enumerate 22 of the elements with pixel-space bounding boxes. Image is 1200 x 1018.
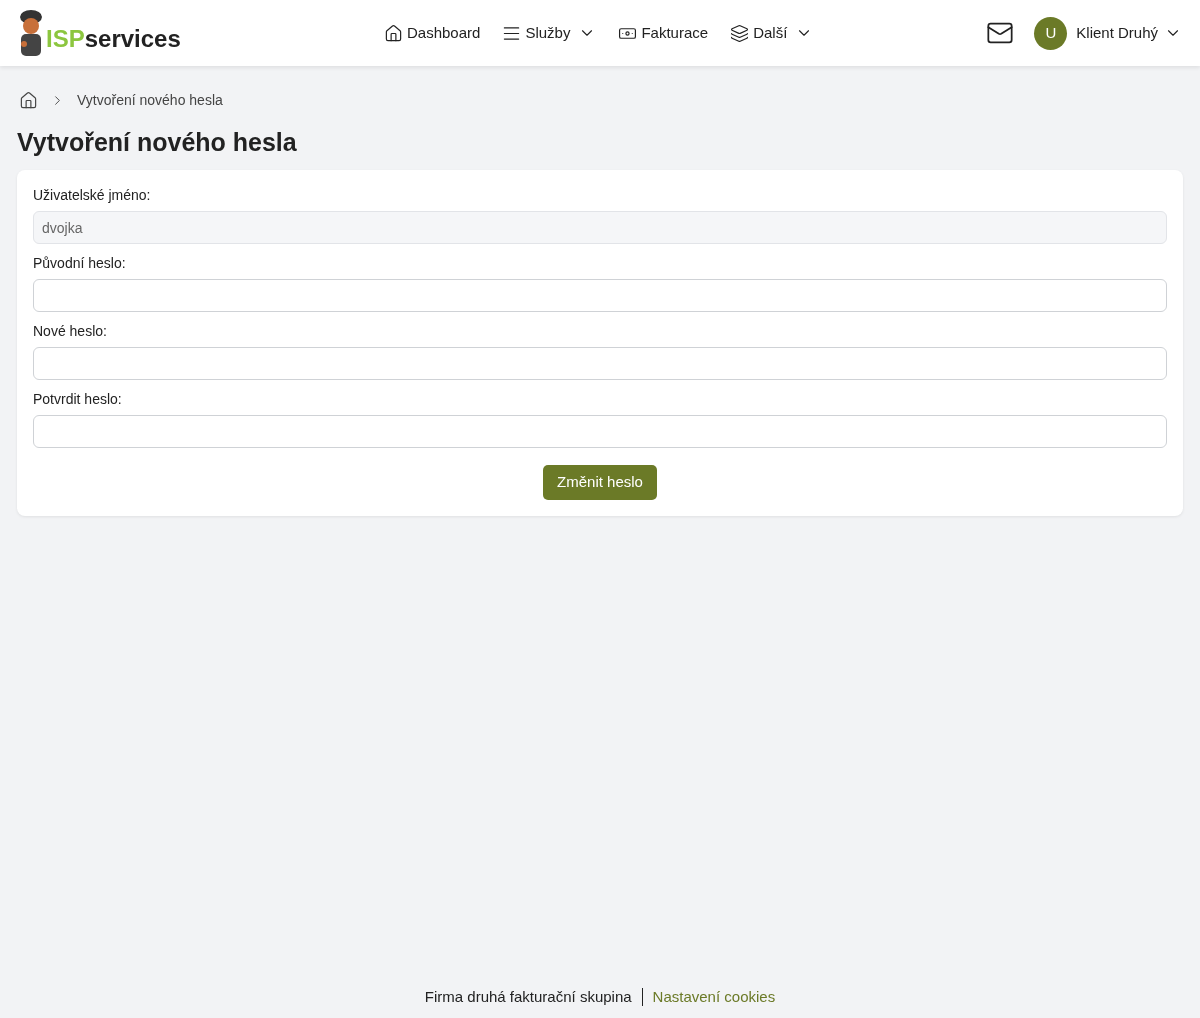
layers-icon (730, 23, 750, 43)
input-field[interactable] (33, 347, 1167, 380)
user-name[interactable]: Klient Druhý (1076, 21, 1158, 45)
nav-link[interactable]: Další (730, 21, 814, 45)
nav-link[interactable]: Dashboard (384, 21, 481, 45)
logo-text: ISPservices (46, 27, 181, 51)
home-icon[interactable] (19, 91, 38, 110)
home-icon (384, 23, 403, 43)
nav-link[interactable]: Fakturace (618, 21, 709, 45)
nav-link[interactable]: Služby (502, 21, 597, 45)
input-field[interactable] (33, 415, 1167, 448)
submit-button[interactable]: Změnit heslo (543, 465, 657, 500)
input-field[interactable] (33, 279, 1167, 312)
field-label: Nové heslo: (33, 322, 108, 341)
cookie-settings-link[interactable]: Nastavení cookies (652, 985, 776, 1008)
field-label: Uživatelské jméno: (33, 186, 152, 205)
field-label: Původní heslo: (33, 254, 127, 273)
field-label: Potvrdit heslo: (33, 390, 123, 409)
user-avatar[interactable]: U (1034, 16, 1068, 50)
breadcrumb-current: Vytvoření nového hesla (77, 91, 223, 110)
page-title: Vytvoření nového hesla (17, 127, 298, 158)
company-name: Firma druhá fakturační skupina (424, 986, 632, 1007)
